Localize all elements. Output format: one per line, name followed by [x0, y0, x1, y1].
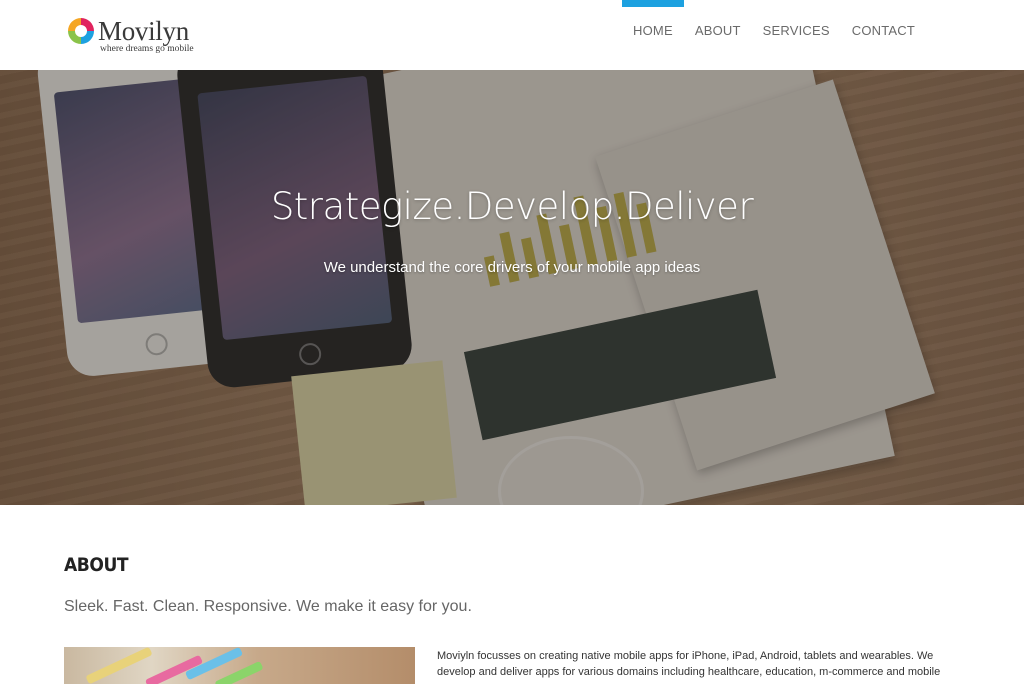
- hero-overlay: [0, 70, 1024, 505]
- nav-home[interactable]: HOME: [622, 0, 684, 70]
- nav-label: CONTACT: [851, 23, 915, 38]
- brand-logo[interactable]: Movilyn where dreams go mobile: [66, 14, 216, 58]
- hero-title: Strategize.Develop.Deliver: [270, 185, 754, 228]
- nav-active-indicator: [622, 0, 684, 7]
- about-heading: ABOUT: [64, 554, 129, 576]
- hero-subtitle: We understand the core drivers of your m…: [323, 259, 701, 276]
- nav-about[interactable]: ABOUT: [684, 0, 752, 70]
- site-header: Movilyn where dreams go mobile HOME ABOU…: [0, 0, 1024, 70]
- logo-icon: [68, 18, 94, 44]
- nav-label: ABOUT: [694, 23, 741, 38]
- about-tagline: Sleek. Fast. Clean. Responsive. We make …: [64, 598, 472, 615]
- nav-services[interactable]: SERVICES: [752, 0, 841, 70]
- brand-tagline: where dreams go mobile: [100, 44, 194, 54]
- nav-contact[interactable]: CONTACT: [841, 0, 926, 70]
- nav-label: SERVICES: [762, 23, 830, 38]
- nav-label: HOME: [633, 23, 673, 38]
- main-nav: HOME ABOUT SERVICES CONTACT: [622, 0, 926, 70]
- hero-banner: Strategize.Develop.Deliver We understand…: [0, 70, 1024, 505]
- about-description: Moviyln focusses on creating native mobi…: [437, 650, 941, 684]
- about-image: [64, 647, 415, 684]
- brand-name: Movilyn: [98, 16, 189, 46]
